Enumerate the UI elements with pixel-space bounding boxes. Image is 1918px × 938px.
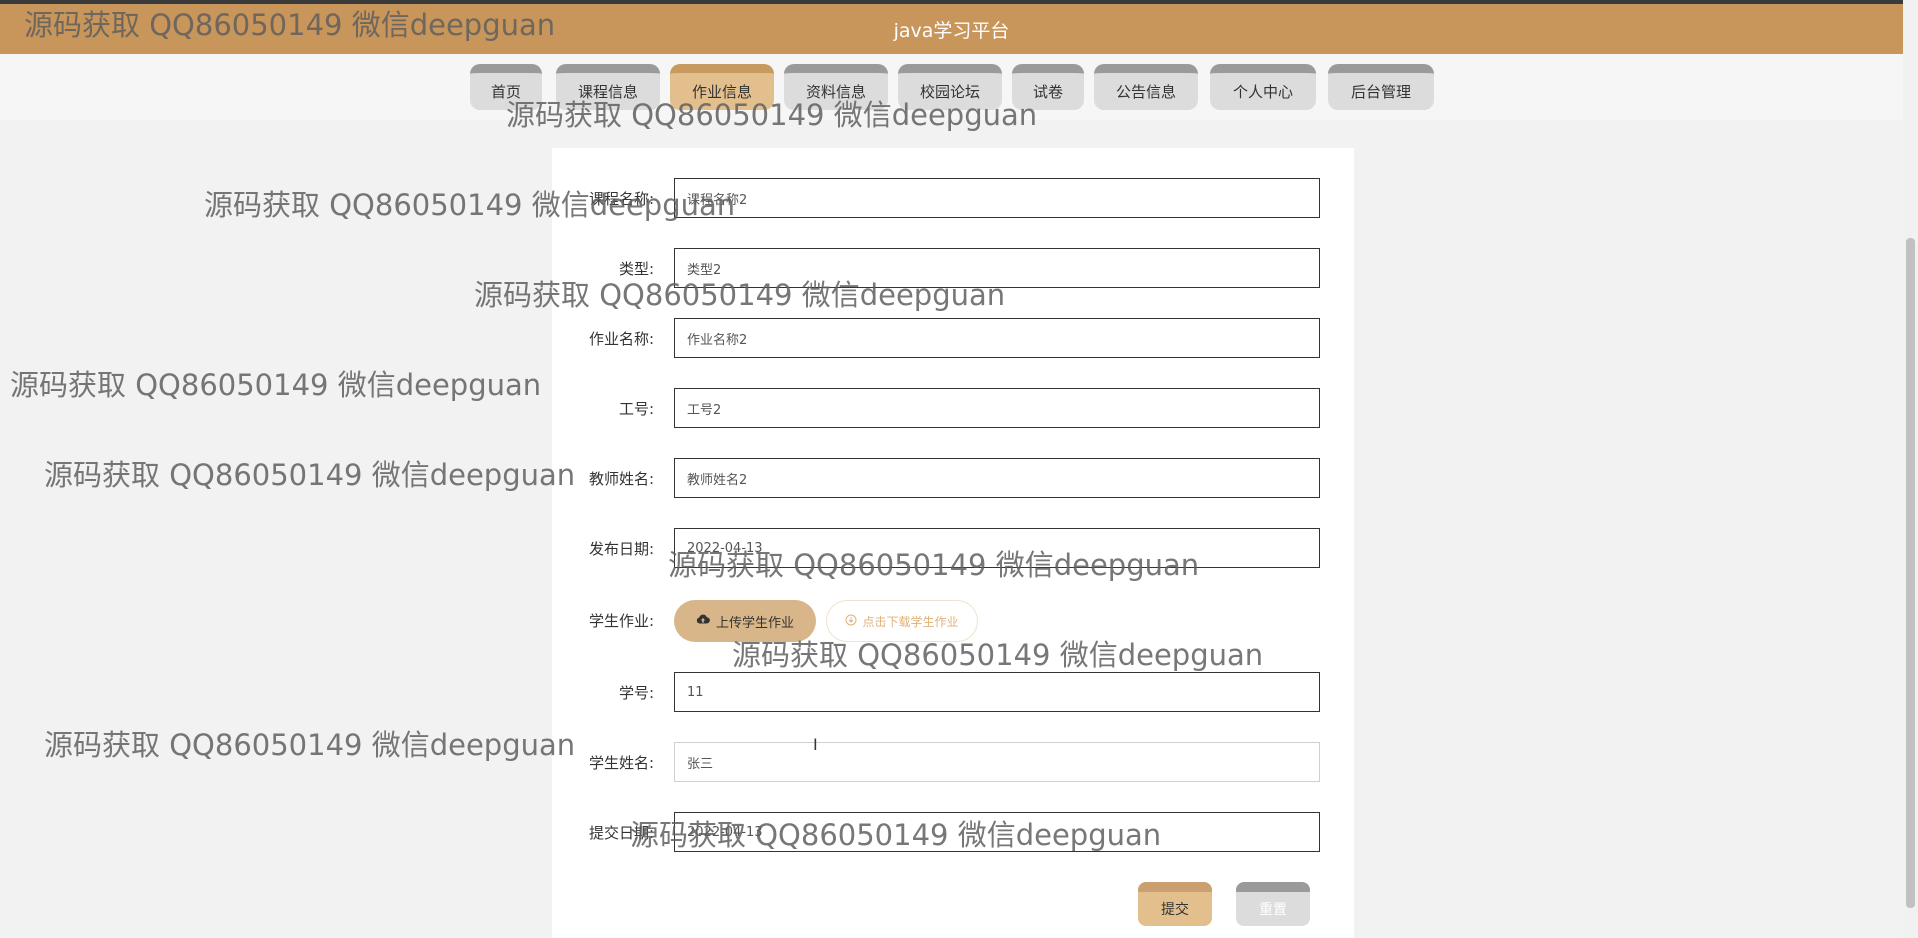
staff-id-row: 工号: [552, 388, 1354, 430]
nav-item-notices[interactable]: 公告信息 [1094, 64, 1198, 110]
submit-date-label: 提交日期: [588, 824, 654, 842]
type-field[interactable] [674, 248, 1320, 288]
site-title: java学习平台 [893, 19, 1010, 42]
site-header: java学习平台 [0, 4, 1903, 54]
course-name-field[interactable] [674, 178, 1320, 218]
publish-date-label: 发布日期: [588, 540, 654, 558]
watermark: 源码获取 QQ86050149 微信deepguan [10, 368, 542, 402]
student-id-field[interactable] [674, 672, 1320, 712]
download-homework-label: 点击下载学生作业 [862, 614, 959, 629]
download-icon [845, 614, 857, 629]
student-id-label: 学号: [618, 684, 654, 702]
type-label: 类型: [618, 260, 654, 278]
student-name-row: 学生姓名: [552, 742, 1354, 784]
publish-date-field[interactable] [674, 528, 1320, 568]
submit-date-row: 提交日期: [552, 812, 1354, 854]
nav-item-exam[interactable]: 试卷 [1012, 64, 1084, 110]
course-name-label: 课程名称: [588, 190, 654, 208]
teacher-name-field[interactable] [674, 458, 1320, 498]
publish-date-row: 发布日期: [552, 528, 1354, 570]
nav-item-materials[interactable]: 资料信息 [784, 64, 888, 110]
text-cursor-icon: I [813, 735, 818, 754]
nav-item-profile[interactable]: 个人中心 [1210, 64, 1316, 110]
main-nav: 首页 课程信息 作业信息 资料信息 校园论坛 试卷 公告信息 个人中心 后台管理 [0, 64, 1903, 110]
student-id-row: 学号: [552, 672, 1354, 714]
watermark: 源码获取 QQ86050149 微信deepguan [44, 728, 576, 762]
cloud-upload-icon [696, 613, 710, 629]
student-name-field[interactable] [674, 742, 1320, 782]
nav-item-forum[interactable]: 校园论坛 [898, 64, 1002, 110]
nav-item-admin[interactable]: 后台管理 [1328, 64, 1434, 110]
teacher-name-label: 教师姓名: [588, 470, 654, 488]
staff-id-label: 工号: [618, 400, 654, 418]
nav-item-courses[interactable]: 课程信息 [556, 64, 660, 110]
download-homework-button[interactable]: 点击下载学生作业 [826, 600, 978, 642]
submit-button[interactable]: 提交 [1138, 882, 1212, 926]
upload-homework-label: 上传学生作业 [715, 615, 794, 631]
watermark: 源码获取 QQ86050149 微信deepguan [44, 458, 576, 492]
student-name-label: 学生姓名: [588, 754, 654, 772]
nav-item-home[interactable]: 首页 [470, 64, 542, 110]
student-homework-label: 学生作业: [588, 612, 654, 630]
submit-date-field[interactable] [674, 812, 1320, 852]
homework-name-field[interactable] [674, 318, 1320, 358]
scrollbar-thumb[interactable] [1906, 238, 1915, 908]
homework-name-label: 作业名称: [588, 330, 654, 348]
type-row: 类型: [552, 248, 1354, 290]
nav-item-homework[interactable]: 作业信息 [670, 64, 774, 110]
homework-name-row: 作业名称: [552, 318, 1354, 360]
upload-homework-button[interactable]: 上传学生作业 [674, 600, 816, 642]
page-scrollbar[interactable] [1903, 0, 1918, 938]
staff-id-field[interactable] [674, 388, 1320, 428]
course-name-row: 课程名称: [552, 178, 1354, 220]
reset-button[interactable]: 重置 [1236, 882, 1310, 926]
teacher-name-row: 教师姓名: [552, 458, 1354, 500]
